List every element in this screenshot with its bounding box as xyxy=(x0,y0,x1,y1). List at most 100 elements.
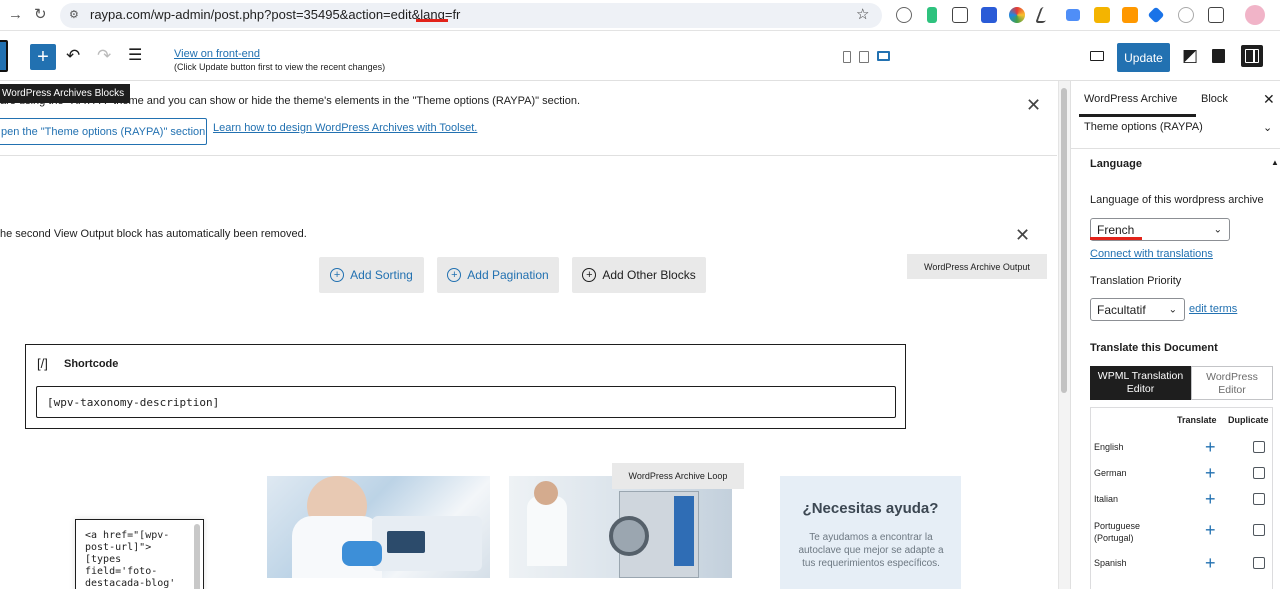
chevron-down-icon[interactable]: ⌄ xyxy=(1263,121,1272,134)
add-translation-plus-icon[interactable]: + xyxy=(1205,490,1216,508)
duplicate-checkbox[interactable] xyxy=(1253,524,1265,536)
extension-orange-icon[interactable] xyxy=(1122,7,1138,23)
canvas-scrollbar-thumb[interactable] xyxy=(1061,88,1067,393)
help-card-text: Te ayudamos a encontrar la autoclave que… xyxy=(798,532,944,569)
extension-color-wheel-icon[interactable] xyxy=(1009,7,1025,23)
bookmark-star-icon[interactable]: ☆ xyxy=(856,5,869,23)
extension-circle-icon[interactable] xyxy=(1178,7,1194,23)
table-row: Spanish + xyxy=(1091,550,1274,576)
block-tooltip: WordPress Archives Blocks xyxy=(0,84,131,103)
view-front-end-hint: (Click Update button first to view the r… xyxy=(174,62,386,72)
view-front-end-link[interactable]: View on front-end xyxy=(174,48,260,60)
table-row: English + xyxy=(1091,434,1274,460)
desktop-preview-icon[interactable] xyxy=(877,51,890,61)
learn-toolset-link[interactable]: Learn how to design WordPress Archives w… xyxy=(213,122,477,134)
html-code-text: <a href="[wpv- post-url]"> [types field=… xyxy=(85,530,176,589)
tablet-preview-icon[interactable] xyxy=(859,51,869,63)
language-name: Spanish xyxy=(1094,558,1127,568)
html-code-block[interactable]: <a href="[wpv- post-url]"> [types field=… xyxy=(75,519,204,589)
plus-circle-icon: + xyxy=(582,268,597,282)
editor-toolbar: + ↶ ↷ ☰ View on front-end (Click Update … xyxy=(0,32,1280,103)
preview-laptop-icon[interactable] xyxy=(1090,51,1104,61)
duplicate-checkbox[interactable] xyxy=(1253,441,1265,453)
add-translation-plus-icon[interactable]: + xyxy=(1205,464,1216,482)
editor-canvas: are using the "RAYPA" theme and you can … xyxy=(0,81,1057,589)
active-tab-indicator xyxy=(1079,114,1196,117)
close-removed-notice-icon[interactable]: ✕ xyxy=(1015,225,1030,246)
table-row: Italian + xyxy=(1091,486,1274,512)
extension-pen-icon[interactable] xyxy=(1035,7,1051,23)
extensions-puzzle-icon[interactable] xyxy=(1208,7,1224,23)
url-text: raypa.com/wp-admin/post.php?post=35495&a… xyxy=(90,7,461,22)
add-translation-plus-icon[interactable]: + xyxy=(1205,554,1216,572)
lab-autoclave-image xyxy=(509,476,732,578)
add-other-blocks-label: Add Other Blocks xyxy=(602,268,696,282)
translation-priority-select[interactable]: Facultatif ⌄ xyxy=(1090,298,1185,321)
extension-recycle-icon[interactable] xyxy=(896,7,912,23)
extension-green-icon[interactable] xyxy=(927,7,937,23)
document-overview-icon[interactable]: ☰ xyxy=(128,45,142,65)
shortcode-icon: [/] xyxy=(37,356,48,371)
lab-scientist-image xyxy=(267,476,490,578)
shortcode-block[interactable]: [/] Shortcode [wpv-taxonomy-description] xyxy=(25,344,906,429)
col-duplicate-header: Duplicate xyxy=(1228,415,1269,425)
col-translate-header: Translate xyxy=(1177,415,1217,425)
profile-avatar[interactable] xyxy=(1245,5,1265,25)
connect-translations-link[interactable]: Connect with translations xyxy=(1090,248,1213,260)
add-pagination-button[interactable]: + Add Pagination xyxy=(437,257,559,293)
forward-arrow-icon[interactable]: → xyxy=(8,6,23,23)
archive-output-label[interactable]: WordPress Archive Output xyxy=(907,254,1047,279)
table-row: German + xyxy=(1091,460,1274,486)
shortcode-input[interactable]: [wpv-taxonomy-description] xyxy=(36,386,896,418)
wordpress-editor-button[interactable]: WordPress Editor xyxy=(1191,366,1273,400)
notice-divider xyxy=(0,155,1057,156)
settings-sidebar-toggle-icon[interactable] xyxy=(1241,45,1263,67)
add-other-blocks-button[interactable]: + Add Other Blocks xyxy=(572,257,706,293)
undo-icon[interactable]: ↶ xyxy=(66,46,80,66)
extension-blue-badge-icon[interactable] xyxy=(981,7,997,23)
duplicate-checkbox[interactable] xyxy=(1253,467,1265,479)
add-sorting-button[interactable]: + Add Sorting xyxy=(319,257,424,293)
table-row: Portuguese (Portugal) + xyxy=(1091,512,1274,548)
mobile-preview-icon[interactable] xyxy=(843,51,851,63)
settings-sidebar: WordPress Archive Block ✕ Theme options … xyxy=(1070,81,1280,589)
help-card-title: ¿Necesitas ayuda? xyxy=(802,500,939,517)
translation-priority-value: Facultatif xyxy=(1097,302,1146,317)
add-translation-plus-icon[interactable]: + xyxy=(1205,438,1216,456)
add-translation-plus-icon[interactable]: + xyxy=(1205,521,1216,539)
redo-icon[interactable]: ↷ xyxy=(97,46,111,66)
close-notice-icon[interactable]: ✕ xyxy=(1026,95,1041,116)
duplicate-checkbox[interactable] xyxy=(1253,557,1265,569)
translation-priority-label: Translation Priority xyxy=(1090,275,1182,287)
open-theme-options-button[interactable]: pen the "Theme options (RAYPA)" section xyxy=(0,118,207,145)
wpml-icon[interactable] xyxy=(1212,49,1225,63)
chevron-up-icon[interactable]: ▲ xyxy=(1271,158,1279,167)
extension-yellow-icon[interactable] xyxy=(1094,7,1110,23)
chevron-down-icon: ⌄ xyxy=(1168,304,1177,315)
update-button[interactable]: Update xyxy=(1117,43,1170,72)
wp-logo-button[interactable] xyxy=(0,40,8,72)
tab-wordpress-archive[interactable]: WordPress Archive xyxy=(1084,93,1177,105)
help-card: ¿Necesitas ayuda? Te ayudamos a encontra… xyxy=(780,476,961,589)
extension-window-icon[interactable] xyxy=(1066,9,1080,21)
red-underline-mark xyxy=(1090,237,1142,240)
wpml-translation-editor-button[interactable]: WPML Translation Editor xyxy=(1090,366,1191,400)
edit-terms-link[interactable]: edit terms xyxy=(1189,303,1237,315)
duplicate-checkbox[interactable] xyxy=(1253,493,1265,505)
block-inserter-plus-icon[interactable]: + xyxy=(30,44,56,70)
language-panel-heading[interactable]: Language xyxy=(1090,158,1142,170)
toolset-logo-icon[interactable]: ◩ xyxy=(1182,46,1198,66)
extension-screenshot-icon[interactable] xyxy=(952,7,968,23)
wpml-editor-label-line2: Editor xyxy=(1126,383,1155,395)
tab-block[interactable]: Block xyxy=(1201,93,1228,105)
add-sorting-label: Add Sorting xyxy=(350,268,413,282)
close-sidebar-icon[interactable]: ✕ xyxy=(1263,91,1275,108)
site-settings-icon[interactable]: ⚙ xyxy=(69,8,79,21)
archive-loop-label[interactable]: WordPress Archive Loop xyxy=(612,463,744,489)
language-name: English xyxy=(1094,442,1124,452)
extension-diamond-icon[interactable] xyxy=(1147,6,1165,24)
reload-icon[interactable]: ↻ xyxy=(34,5,47,23)
browser-bar: → ↻ ⚙ raypa.com/wp-admin/post.php?post=3… xyxy=(0,0,1280,31)
code-scrollbar[interactable] xyxy=(194,524,200,589)
theme-options-panel-toggle[interactable]: Theme options (RAYPA) xyxy=(1084,121,1203,133)
